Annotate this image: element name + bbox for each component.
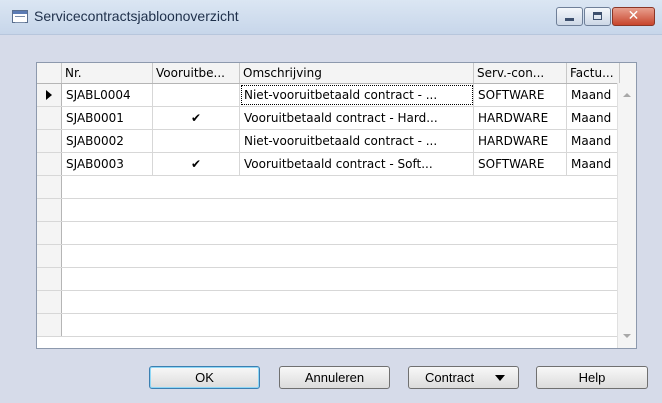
close-icon: ✕ — [627, 8, 640, 24]
table-row[interactable]: SJAB0003 ✔ Vooruitbetaald contract - Sof… — [37, 153, 636, 176]
row-selector[interactable] — [37, 176, 62, 198]
close-button[interactable]: ✕ — [612, 7, 655, 26]
cell-invoice[interactable]: Maand — [567, 84, 620, 106]
template-table[interactable]: Nr. Vooruitbe... Omschrijving Serv.-con.… — [36, 62, 637, 349]
contract-button-label: Contract — [425, 370, 475, 385]
row-selector-header — [37, 63, 62, 83]
ok-button[interactable]: OK — [149, 366, 260, 389]
cell-prepaid-check[interactable]: ✔ — [153, 107, 240, 129]
column-header-service-contract[interactable]: Serv.-con... — [474, 63, 567, 83]
maximize-button[interactable] — [584, 7, 611, 26]
row-selector[interactable] — [37, 291, 62, 313]
cell-service-contract[interactable]: HARDWARE — [474, 130, 567, 152]
cell-prepaid-check[interactable]: ✔ — [153, 153, 240, 175]
cell-prepaid-check[interactable] — [153, 130, 240, 152]
cell-description[interactable]: Vooruitbetaald contract - Hard... — [240, 107, 474, 129]
minimize-button[interactable] — [556, 7, 583, 26]
empty-table-row[interactable] — [37, 176, 636, 199]
table-header: Nr. Vooruitbe... Omschrijving Serv.-con.… — [37, 63, 636, 84]
row-selector[interactable] — [37, 130, 62, 152]
vertical-scrollbar[interactable] — [617, 83, 636, 348]
minimize-icon — [565, 18, 574, 21]
contract-menu-button[interactable]: Contract — [408, 366, 519, 389]
dropdown-arrow-icon — [495, 375, 505, 381]
cell-invoice[interactable]: Maand — [567, 130, 620, 152]
cell-number[interactable]: SJAB0003 — [62, 153, 153, 175]
scroll-down-arrow-icon[interactable] — [623, 334, 631, 338]
empty-table-row[interactable] — [37, 314, 636, 337]
empty-table-row[interactable] — [37, 245, 636, 268]
maximize-icon — [593, 12, 602, 20]
cell-description[interactable]: Niet-vooruitbetaald contract - ... — [240, 84, 474, 106]
row-selector[interactable] — [37, 245, 62, 267]
empty-table-row[interactable] — [37, 291, 636, 314]
table-row[interactable]: SJAB0001 ✔ Vooruitbetaald contract - Har… — [37, 107, 636, 130]
row-selector[interactable] — [37, 314, 62, 336]
row-selector[interactable] — [37, 222, 62, 244]
cell-invoice[interactable]: Maand — [567, 153, 620, 175]
cell-number[interactable]: SJAB0002 — [62, 130, 153, 152]
cell-number[interactable]: SJABL0004 — [62, 84, 153, 106]
cell-description[interactable]: Niet-vooruitbetaald contract - ... — [240, 130, 474, 152]
service-contract-template-window: Servicecontractsjabloonoverzicht ✕ Nr. V… — [0, 0, 662, 403]
cell-service-contract[interactable]: SOFTWARE — [474, 84, 567, 106]
cell-service-contract[interactable]: SOFTWARE — [474, 153, 567, 175]
help-button[interactable]: Help — [536, 366, 648, 389]
cell-service-contract[interactable]: HARDWARE — [474, 107, 567, 129]
cell-description[interactable]: Vooruitbetaald contract - Soft... — [240, 153, 474, 175]
current-row-arrow-icon — [46, 90, 52, 100]
row-selector[interactable] — [37, 199, 62, 221]
cell-invoice[interactable]: Maand — [567, 107, 620, 129]
column-header-description[interactable]: Omschrijving — [240, 63, 474, 83]
empty-table-row[interactable] — [37, 268, 636, 291]
empty-table-row[interactable] — [37, 222, 636, 245]
window-table-icon — [12, 10, 28, 23]
empty-table-row[interactable] — [37, 199, 636, 222]
scroll-up-arrow-icon[interactable] — [623, 93, 631, 97]
row-selector[interactable] — [37, 268, 62, 290]
cancel-button[interactable]: Annuleren — [279, 366, 390, 389]
window-title: Servicecontractsjabloonoverzicht — [34, 8, 239, 24]
title-bar[interactable]: Servicecontractsjabloonoverzicht ✕ — [0, 0, 662, 35]
table-row[interactable]: SJABL0004 Niet-vooruitbetaald contract -… — [37, 84, 636, 107]
column-header-number[interactable]: Nr. — [62, 63, 153, 83]
table-row[interactable]: SJAB0002 Niet-vooruitbetaald contract - … — [37, 130, 636, 153]
row-selector[interactable] — [37, 107, 62, 129]
row-selector[interactable] — [37, 84, 62, 106]
cell-number[interactable]: SJAB0001 — [62, 107, 153, 129]
cell-prepaid-check[interactable] — [153, 84, 240, 106]
row-selector[interactable] — [37, 153, 62, 175]
column-header-invoice[interactable]: Factu... — [567, 63, 620, 83]
column-header-prepaid[interactable]: Vooruitbe... — [153, 63, 240, 83]
